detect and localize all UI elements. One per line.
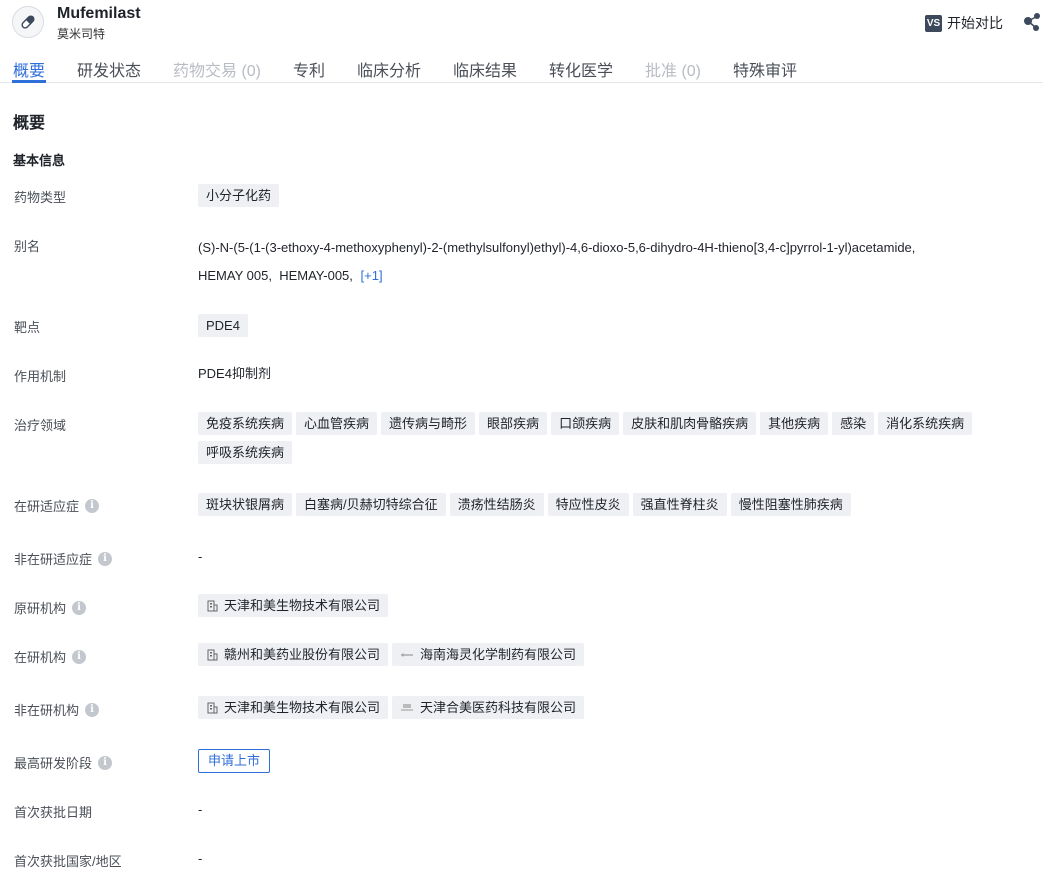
highest-phase-label: 最高研发阶段 i xyxy=(14,753,113,772)
drug-type-tags: 小分子化药 xyxy=(198,184,1028,207)
company-logo-icon xyxy=(400,650,414,660)
inactive-indication-label: 非在研适应症 i xyxy=(14,549,113,568)
info-icon[interactable]: i xyxy=(85,702,100,717)
therapeutic-area-tag: 遗传病与畸形 xyxy=(381,412,476,435)
start-compare-button[interactable]: VS 开始对比 xyxy=(925,13,1003,33)
active-indication-tags: 斑块状银屑病 白塞病/贝赫切特综合征 溃疡性结肠炎 特应性皮炎 强直性脊柱炎 慢… xyxy=(198,493,1028,516)
indication-tag[interactable]: 溃疡性结肠炎 xyxy=(449,493,544,516)
first-approval-date-label: 首次获批日期 xyxy=(14,805,93,820)
tab-translational-medicine[interactable]: 转化医学 xyxy=(549,57,613,81)
org-name: 海南海灵化学制药有限公司 xyxy=(420,647,577,662)
indication-tag[interactable]: 强直性脊柱炎 xyxy=(632,493,727,516)
originator-label: 原研机构 i xyxy=(14,598,87,617)
tab-clinical-results[interactable]: 临床结果 xyxy=(453,57,517,81)
inactive-org-label: 非在研机构 i xyxy=(14,700,100,719)
tab-clinical-analysis[interactable]: 临床分析 xyxy=(357,57,421,81)
org-name: 赣州和美药业股份有限公司 xyxy=(224,647,381,662)
active-org-tags: 赣州和美药业股份有限公司 海南海灵化学制药有限公司 xyxy=(198,643,1028,666)
therapeutic-area-tag: 心血管疾病 xyxy=(296,412,378,435)
inactive-org-tags: 天津和美生物技术有限公司 天津合美医药科技有限公司 xyxy=(198,696,1028,719)
therapeutic-area-tag: 呼吸系统疾病 xyxy=(198,441,293,464)
tab-deals: 药物交易 (0) xyxy=(173,63,262,80)
therapeutic-area-tag: 其他疾病 xyxy=(760,412,829,435)
drug-type-tag: 小分子化药 xyxy=(198,184,280,207)
org-name: 天津和美生物技术有限公司 xyxy=(224,700,381,715)
active-indication-label-text: 在研适应症 xyxy=(14,499,80,514)
org-name: 天津合美医药科技有限公司 xyxy=(420,700,577,715)
first-approval-date-value: - xyxy=(198,802,203,817)
tab-rd-status[interactable]: 研发状态 xyxy=(77,57,141,81)
inactive-org-label-text: 非在研机构 xyxy=(14,703,80,718)
alias-item: HEMAY 005, xyxy=(198,268,272,283)
therapeutic-area-tag: 消化系统疾病 xyxy=(878,412,973,435)
building-icon xyxy=(206,649,218,661)
target-label: 靶点 xyxy=(14,320,41,335)
org-tag[interactable]: 海南海灵化学制药有限公司 xyxy=(392,643,585,666)
tab-special-review[interactable]: 特殊审评 xyxy=(733,57,797,81)
info-icon[interactable]: i xyxy=(98,755,113,770)
tab-bar: 概要 研发状态 药物交易 (0) 专利 临床分析 临床结果 转化医学 批准 (0… xyxy=(0,48,1043,83)
org-name: 天津和美生物技术有限公司 xyxy=(224,598,381,613)
inactive-indication-value: - xyxy=(198,549,203,564)
info-icon[interactable]: i xyxy=(85,498,100,513)
therapeutic-area-tag: 口颌疾病 xyxy=(551,412,620,435)
network-graph-icon[interactable] xyxy=(1022,12,1043,37)
drug-name: Mufemilast xyxy=(57,5,141,22)
compare-label: 开始对比 xyxy=(947,15,1003,31)
drug-type-label: 药物类型 xyxy=(14,190,67,205)
info-icon[interactable]: i xyxy=(72,649,87,664)
indication-tag[interactable]: 白塞病/贝赫切特综合征 xyxy=(296,493,446,516)
building-icon xyxy=(206,702,218,714)
mechanism-value: PDE4抑制剂 xyxy=(198,366,271,381)
therapeutic-area-tag: 感染 xyxy=(832,412,875,435)
indication-tag[interactable]: 斑块状银屑病 xyxy=(198,493,293,516)
alias-item: HEMAY-005, xyxy=(279,268,353,283)
section-title: 概要 xyxy=(13,115,46,132)
alias-list: (S)-N-(5-(1-(3-ethoxy-4-methoxyphenyl)-2… xyxy=(198,234,1018,290)
inactive-indication-label-text: 非在研适应症 xyxy=(14,552,93,567)
vs-icon: VS xyxy=(925,14,942,32)
tab-overview[interactable]: 概要 xyxy=(13,57,45,81)
highest-phase-label-text: 最高研发阶段 xyxy=(14,756,93,771)
drug-header: Mufemilast 莫米司特 VS 开始对比 xyxy=(0,0,1043,46)
highest-phase-badge: 申请上市 xyxy=(198,749,271,773)
originator-label-text: 原研机构 xyxy=(14,601,67,616)
first-approval-country-value: - xyxy=(198,851,203,866)
alias-label: 别名 xyxy=(14,239,41,254)
active-tab-indicator xyxy=(12,80,46,83)
alias-more-link[interactable]: [+1] xyxy=(361,268,383,283)
tab-patents[interactable]: 专利 xyxy=(293,57,325,81)
indication-tag[interactable]: 特应性皮炎 xyxy=(547,493,629,516)
therapeutic-area-tag: 免疫系统疾病 xyxy=(198,412,293,435)
therapeutic-area-label: 治疗领域 xyxy=(14,418,67,433)
therapeutic-area-tags: 免疫系统疾病 心血管疾病 遗传病与畸形 眼部疾病 口颌疾病 皮肤和肌肉骨骼疾病 … xyxy=(198,412,1028,464)
active-org-label: 在研机构 i xyxy=(14,647,87,666)
org-tag[interactable]: 天津合美医药科技有限公司 xyxy=(392,696,585,719)
info-icon[interactable]: i xyxy=(98,551,113,566)
org-tag[interactable]: 天津和美生物技术有限公司 xyxy=(198,594,389,617)
org-tag[interactable]: 赣州和美药业股份有限公司 xyxy=(198,643,389,666)
first-approval-country-label: 首次获批国家/地区 xyxy=(14,854,122,869)
active-indication-label: 在研适应症 i xyxy=(14,496,100,515)
org-tag[interactable]: 天津和美生物技术有限公司 xyxy=(198,696,389,719)
pill-icon xyxy=(12,6,44,38)
indication-tag[interactable]: 慢性阻塞性肺疾病 xyxy=(730,493,851,516)
target-tag[interactable]: PDE4 xyxy=(198,314,248,337)
company-logo-icon xyxy=(400,703,414,713)
building-icon xyxy=(206,600,218,612)
active-org-label-text: 在研机构 xyxy=(14,650,67,665)
basic-info-title: 基本信息 xyxy=(13,153,66,168)
therapeutic-area-tag: 眼部疾病 xyxy=(479,412,548,435)
info-icon[interactable]: i xyxy=(72,600,87,615)
alias-item: (S)-N-(5-(1-(3-ethoxy-4-methoxyphenyl)-2… xyxy=(198,240,916,255)
therapeutic-area-tag: 皮肤和肌肉骨骼疾病 xyxy=(623,412,757,435)
target-tags: PDE4 xyxy=(198,314,1028,337)
originator-tags: 天津和美生物技术有限公司 xyxy=(198,594,1028,617)
mechanism-label: 作用机制 xyxy=(14,369,67,384)
drug-chinese-name: 莫米司特 xyxy=(57,27,106,41)
tab-approvals: 批准 (0) xyxy=(645,63,702,80)
